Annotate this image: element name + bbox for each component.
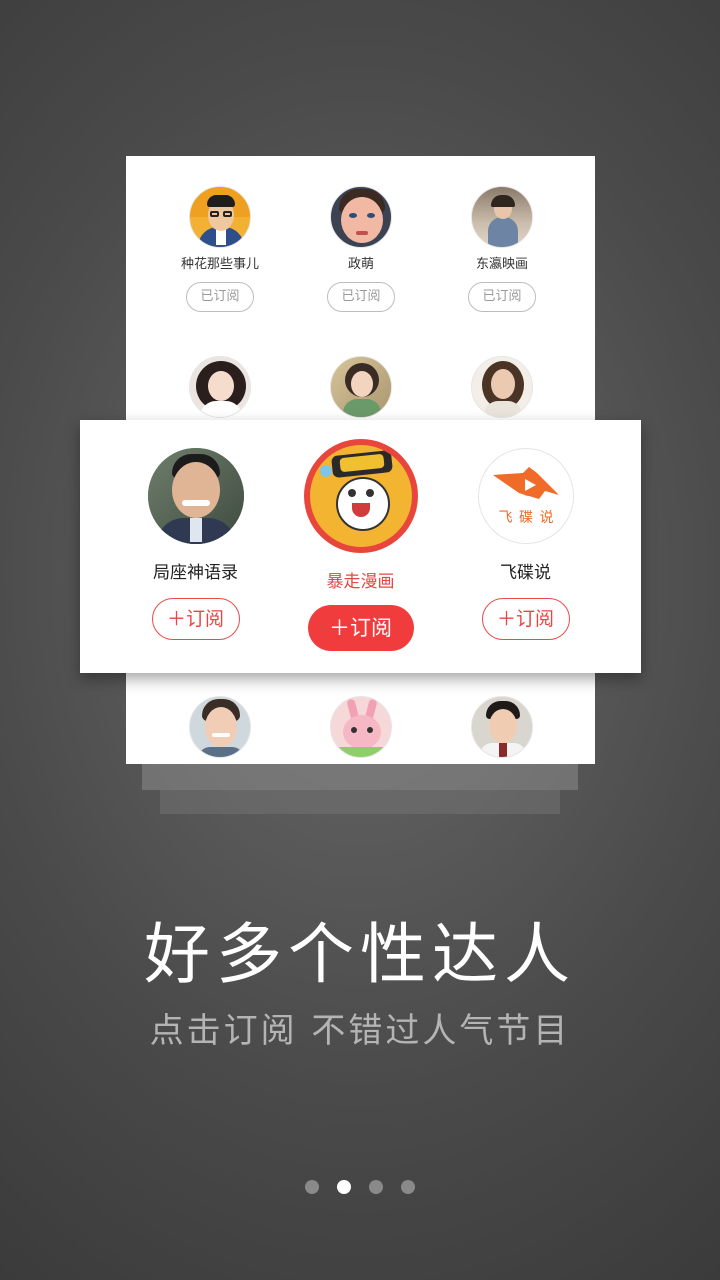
author-name: 东瀛映画 bbox=[475, 257, 528, 272]
avatar-actress-icon bbox=[189, 356, 251, 418]
author-item[interactable] bbox=[142, 696, 298, 758]
subscribed-button[interactable]: 已订阅 bbox=[186, 282, 254, 312]
author-name: 政萌 bbox=[347, 257, 374, 272]
avatar-actor-icon bbox=[189, 696, 251, 758]
subscribed-item-zhonghua[interactable]: 种花那些事儿 已订阅 bbox=[142, 186, 298, 312]
page-dot-2-active[interactable] bbox=[337, 1180, 351, 1194]
avatar-baozou-icon bbox=[303, 439, 418, 553]
featured-item-baozou[interactable]: 暴走漫画 ＋订阅 bbox=[267, 439, 454, 651]
avatar-zhonghua-icon bbox=[189, 186, 251, 248]
author-item[interactable] bbox=[424, 356, 580, 418]
subscribed-item-zhengmeng[interactable]: 政萌 已订阅 bbox=[283, 186, 439, 312]
avatar-woman-icon bbox=[471, 356, 533, 418]
feidie-logo-icon bbox=[492, 467, 559, 499]
avatar-dongying-icon bbox=[471, 186, 533, 248]
avatar-host-icon bbox=[471, 696, 533, 758]
subscribed-button[interactable]: 已订阅 bbox=[468, 282, 536, 312]
subscribe-button[interactable]: ＋订阅 bbox=[481, 598, 570, 640]
headline: 好多个性达人 bbox=[144, 916, 576, 993]
avatar-juzuo-icon bbox=[147, 448, 244, 544]
subline: 点击订阅 不错过人气节目 bbox=[149, 1011, 571, 1051]
avatar-zhengmeng-icon bbox=[330, 186, 392, 248]
author-item[interactable] bbox=[283, 696, 439, 758]
page-dot-4[interactable] bbox=[401, 1180, 415, 1194]
author-item[interactable] bbox=[283, 356, 439, 418]
page-dot-3[interactable] bbox=[369, 1180, 383, 1194]
author-name: 种花那些事儿 bbox=[180, 257, 259, 272]
subscribed-item-dongying[interactable]: 东瀛映画 已订阅 bbox=[424, 186, 580, 312]
featured-item-feidie[interactable]: 飞 碟 说 飞碟说 ＋订阅 bbox=[432, 448, 619, 640]
subscribe-button-active[interactable]: ＋订阅 bbox=[307, 605, 414, 651]
author-item[interactable] bbox=[142, 356, 298, 418]
author-name: 飞碟说 bbox=[500, 563, 551, 583]
feidie-logo-text: 飞 碟 说 bbox=[498, 510, 555, 526]
featured-item-juzuo[interactable]: 局座神语录 ＋订阅 bbox=[102, 448, 289, 640]
author-name: 局座神语录 bbox=[153, 563, 238, 583]
author-item[interactable] bbox=[424, 696, 580, 758]
card-stack-shadow-1 bbox=[142, 764, 578, 790]
avatar-feidie-icon: 飞 碟 说 bbox=[477, 448, 574, 544]
page-indicator bbox=[0, 1179, 720, 1195]
avatar-girl-icon bbox=[330, 356, 392, 418]
subscribed-button[interactable]: 已订阅 bbox=[327, 282, 395, 312]
featured-card: 局座神语录 ＋订阅 暴走漫画 ＋订阅 飞 碟 说 飞碟说 ＋订阅 bbox=[80, 420, 641, 673]
avatar-rabbit-icon bbox=[330, 696, 392, 758]
author-name: 暴走漫画 bbox=[326, 572, 395, 592]
card-stack-shadow-2 bbox=[160, 790, 560, 814]
subscribe-button[interactable]: ＋订阅 bbox=[151, 598, 240, 640]
page-dot-1[interactable] bbox=[305, 1180, 319, 1194]
